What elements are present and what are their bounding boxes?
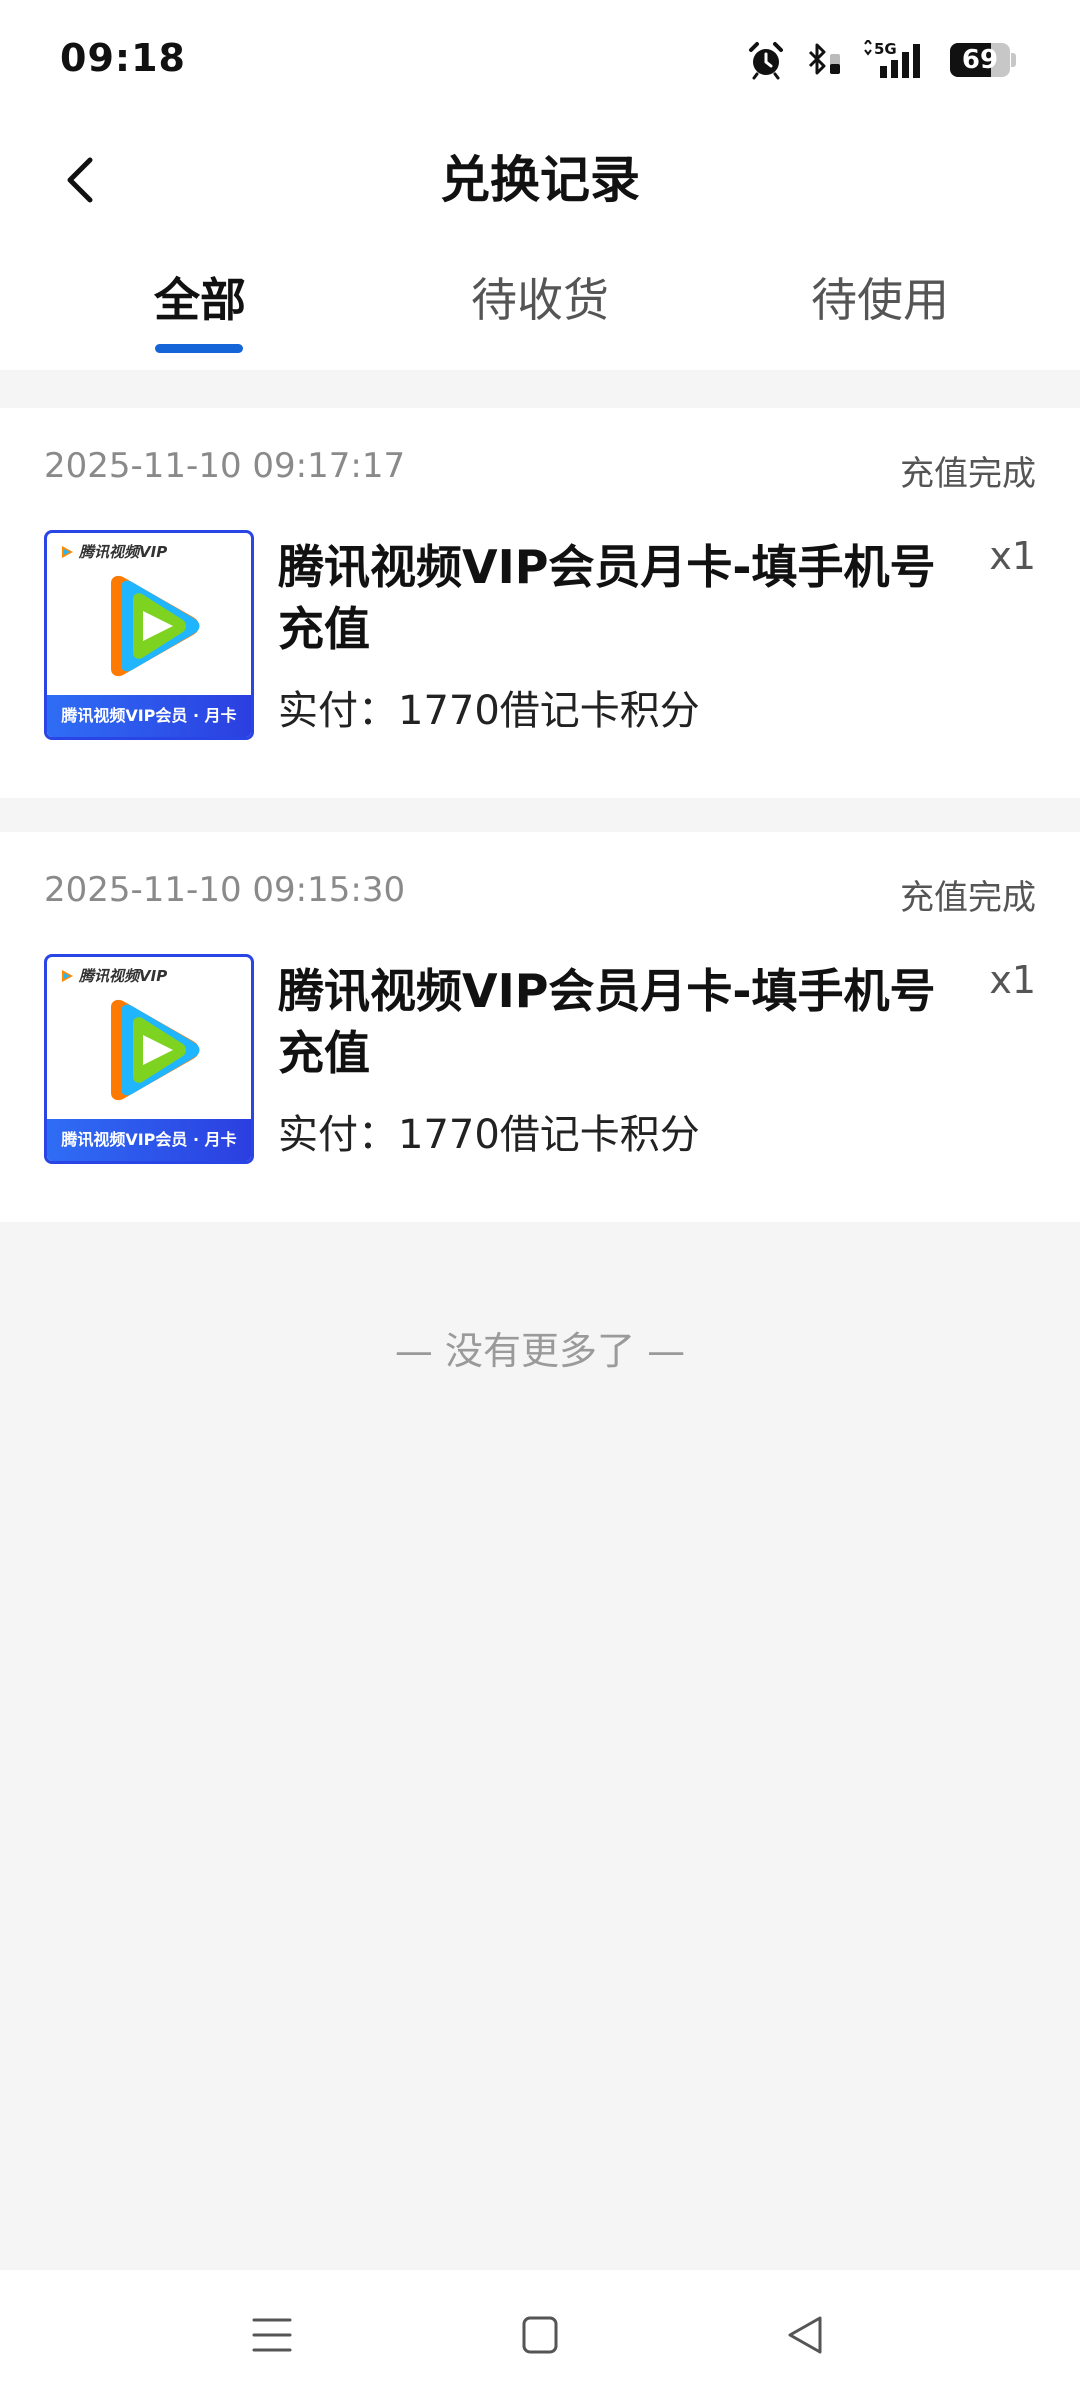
product-name: 腾讯视频VIP会员月卡-填手机号 充值 [278,536,938,660]
thumb-brand-text: 腾讯视频VIP [79,967,168,985]
quantity: x1 [989,534,1036,578]
paid-amount: 实付：1770借记卡积分 [278,688,700,734]
page-title: 兑换记录 [440,151,640,209]
bluetooth-battery-icon [808,43,840,75]
product-name-line2: 充值 [278,1026,370,1080]
tab-active-indicator [155,344,243,353]
tencent-video-mini-icon [62,969,73,982]
order-date: 2025-11-10 09:15:30 [44,870,406,910]
recent-apps-button[interactable] [242,2310,302,2360]
thumb-brand: 腾讯视频VIP [59,965,167,986]
tab-bar: 全部 待收货 待使用 [0,240,1080,370]
tencent-video-logo-icon [97,571,207,685]
alarm-icon [749,42,783,80]
product-name-line2: 充值 [278,602,370,656]
triangle-back-icon [788,2316,822,2354]
product-name-line1: 腾讯视频VIP会员月卡-填手机号 [278,964,936,1018]
tab-pending-use[interactable]: 待使用 [700,270,1060,330]
battery-level: 69 [961,45,999,75]
order-card[interactable]: 2025-11-10 09:15:30 充值完成 腾讯视频VIP 腾讯视频VIP… [0,832,1080,1222]
battery-icon: 69 [950,43,1016,77]
tencent-video-logo-icon [97,995,207,1109]
status-icons: 5G 69 [746,36,1016,84]
svg-text:5G: 5G [874,40,897,58]
status-time: 09:18 [60,36,186,80]
quantity: x1 [989,958,1036,1002]
top-app-bar: 兑换记录 [0,120,1080,240]
product-thumbnail[interactable]: 腾讯视频VIP 腾讯视频VIP会员 · 月卡 [44,954,254,1164]
no-more-text: — 没有更多了 — [394,1329,686,1373]
square-icon [522,2316,558,2354]
product-thumbnail[interactable]: 腾讯视频VIP 腾讯视频VIP会员 · 月卡 [44,530,254,740]
status-bar: 09:18 5G 69 [0,0,1080,120]
product-name: 腾讯视频VIP会员月卡-填手机号 充值 [278,960,938,1084]
thumb-band-label: 腾讯视频VIP会员 · 月卡 [47,695,251,737]
thumb-brand: 腾讯视频VIP [59,541,167,562]
home-button[interactable] [510,2310,570,2360]
order-date: 2025-11-10 09:17:17 [44,446,406,486]
thumb-band-label: 腾讯视频VIP会员 · 月卡 [47,1119,251,1161]
product-name-line1: 腾讯视频VIP会员月卡-填手机号 [278,540,936,594]
order-card[interactable]: 2025-11-10 09:17:17 充值完成 腾讯视频VIP 腾讯视频VIP… [0,408,1080,798]
tab-pending-receipt[interactable]: 待收货 [360,270,720,330]
cellular-signal-icon: 5G [864,40,920,78]
order-status: 充值完成 [900,454,1036,494]
thumb-brand-text: 腾讯视频VIP [79,543,168,561]
system-nav-bar [0,2270,1080,2400]
tab-all[interactable]: 全部 [20,270,380,330]
menu-icon [252,2318,292,2352]
paid-amount: 实付：1770借记卡积分 [278,1112,700,1158]
order-status: 充值完成 [900,878,1036,918]
tencent-video-mini-icon [62,545,73,558]
back-nav-button[interactable] [776,2310,836,2360]
